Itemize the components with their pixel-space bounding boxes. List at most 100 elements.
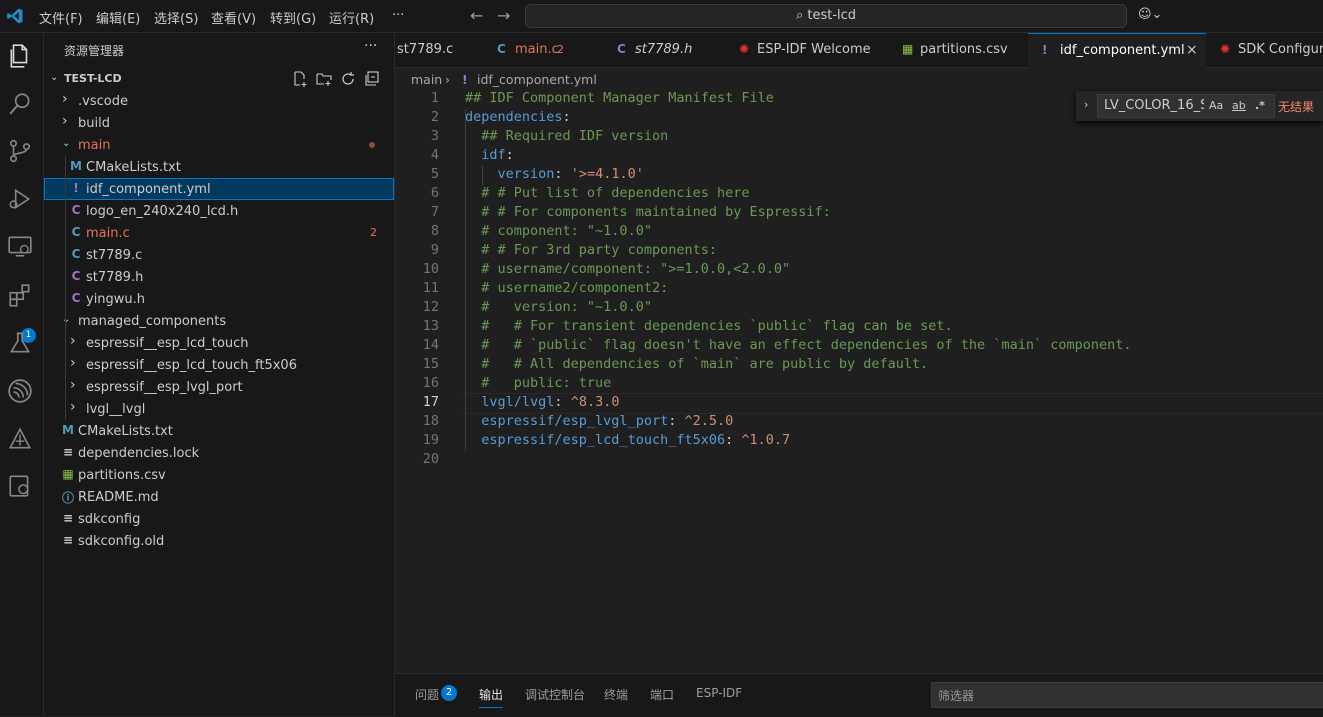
esp-idf-icon[interactable] bbox=[7, 378, 35, 406]
editor-tab[interactable]: Cmain.c 2 bbox=[483, 33, 604, 67]
collapse-all-icon[interactable] bbox=[364, 71, 380, 87]
file-type-icon: ≡ bbox=[62, 445, 74, 459]
editor-tab[interactable]: ▦ partitions.csv bbox=[888, 33, 1029, 67]
panel-tab[interactable]: ESP-IDF bbox=[696, 686, 742, 700]
tree-file[interactable]: ≡ sdkconfig.old bbox=[44, 530, 394, 552]
menu-item[interactable]: 文件(F) bbox=[39, 8, 83, 27]
code-token: # # For transient dependencies `public` … bbox=[481, 318, 953, 334]
code-editor[interactable]: 1 ## IDF Component Manager Manifest File 2… bbox=[395, 90, 1323, 673]
panel-tab[interactable]: 输出 bbox=[479, 686, 504, 708]
tree-folder[interactable]: › lvgl__lvgl bbox=[44, 398, 394, 420]
panel-tab[interactable]: 终端 bbox=[604, 686, 628, 703]
command-center-search[interactable]: ⌕ test-lcd bbox=[525, 4, 1127, 28]
forward-arrow-icon[interactable]: → bbox=[497, 6, 510, 25]
code-token: ## IDF Component Manager Manifest File bbox=[465, 90, 774, 106]
whole-word-icon[interactable]: ab bbox=[1232, 99, 1246, 112]
back-arrow-icon[interactable]: ← bbox=[470, 6, 483, 25]
search-icon[interactable] bbox=[7, 91, 35, 119]
menu-item[interactable]: 选择(S) bbox=[154, 8, 198, 27]
settings-remote-icon[interactable] bbox=[7, 473, 35, 501]
tree-item-label: CMakeLists.txt bbox=[86, 160, 181, 175]
remote-explorer-icon[interactable] bbox=[7, 233, 35, 261]
tree-file[interactable]: Cmain.c 2 bbox=[44, 222, 394, 244]
editor-tab[interactable]: st7789.c bbox=[395, 33, 484, 67]
tree-file[interactable]: M CMakeLists.txt bbox=[44, 420, 394, 442]
tree-item-label: sdkconfig.old bbox=[78, 534, 165, 549]
tree-file[interactable]: ≡ dependencies.lock bbox=[44, 442, 394, 464]
menu-item[interactable]: 查看(V) bbox=[211, 8, 256, 27]
testing-icon[interactable] bbox=[7, 330, 35, 358]
copilot-icon[interactable]: ☺⌄ bbox=[1138, 7, 1162, 22]
code-line: version: '>=4.1.0' bbox=[465, 166, 644, 182]
explorer-icon[interactable] bbox=[7, 43, 35, 71]
breadcrumb-file[interactable]: idf_component.yml bbox=[477, 72, 597, 87]
menu-item[interactable]: 转到(G) bbox=[270, 8, 316, 27]
code-token: dependencies bbox=[465, 109, 563, 125]
tree-file[interactable]: ⓘ README.md bbox=[44, 486, 394, 508]
tree-file[interactable]: Cst7789.c bbox=[44, 244, 394, 266]
yaml-file-icon: ! bbox=[462, 72, 468, 87]
regex-icon[interactable]: .* bbox=[1255, 99, 1265, 112]
toggle-replace-chevron-icon[interactable]: › bbox=[1084, 98, 1088, 111]
tree-folder[interactable]: ⌄ main bbox=[44, 134, 394, 156]
file-type-icon: ! bbox=[73, 181, 79, 195]
menu-item[interactable]: ··· bbox=[392, 8, 404, 23]
line-number: 16 bbox=[422, 375, 439, 391]
extensions-icon[interactable] bbox=[7, 283, 35, 311]
tree-folder[interactable]: › espressif__esp_lcd_touch bbox=[44, 332, 394, 354]
tree-file[interactable]: ! idf_component.yml bbox=[44, 178, 394, 200]
panel-tab[interactable]: 问题 bbox=[415, 686, 439, 703]
file-type-icon: C bbox=[71, 269, 81, 283]
run-debug-icon[interactable] bbox=[7, 186, 35, 214]
project-header[interactable]: ⌄ TEST-LCD bbox=[44, 69, 394, 91]
editor-tab[interactable]: Cst7789.h bbox=[603, 33, 726, 67]
source-control-icon[interactable] bbox=[7, 138, 35, 166]
code-line: espressif/esp_lcd_touch_ft5x06: ^1.0.7 bbox=[465, 432, 790, 448]
close-tab-icon[interactable]: × bbox=[1186, 42, 1198, 58]
idf-explorer-icon[interactable] bbox=[7, 426, 35, 454]
new-file-icon[interactable] bbox=[292, 71, 308, 87]
tree-item-label: espressif__esp_lvgl_port bbox=[86, 380, 243, 395]
new-folder-icon[interactable] bbox=[316, 71, 332, 87]
tree-file[interactable]: Cst7789.h bbox=[44, 266, 394, 288]
menu-item[interactable]: 运行(R) bbox=[329, 8, 374, 27]
panel-filter-input[interactable]: 筛选器 bbox=[931, 682, 1323, 708]
tree-folder[interactable]: › espressif__esp_lcd_touch_ft5x06 bbox=[44, 354, 394, 376]
tree-file[interactable]: Cyingwu.h bbox=[44, 288, 394, 310]
code-token: : bbox=[668, 413, 685, 429]
panel-tab[interactable]: 调试控制台 bbox=[525, 686, 585, 703]
chevron-down-icon: ⌄ bbox=[50, 72, 59, 83]
tree-item-label: README.md bbox=[78, 490, 159, 505]
tree-folder[interactable]: › .vscode bbox=[44, 90, 394, 112]
code-token: : bbox=[562, 109, 571, 125]
editor-tab[interactable]: ! idf_component.yml × bbox=[1028, 33, 1207, 68]
find-input[interactable]: LV_COLOR_16_SWAP Aa ab .* bbox=[1097, 94, 1275, 118]
tree-folder[interactable]: › build bbox=[44, 112, 394, 134]
tree-file[interactable]: Clogo_en_240x240_lcd.h bbox=[44, 200, 394, 222]
chevron-right-icon: › bbox=[70, 399, 76, 415]
breadcrumb-folder[interactable]: main bbox=[411, 72, 442, 87]
panel-tab[interactable]: 端口 bbox=[650, 686, 674, 703]
tab-label: st7789.h bbox=[635, 42, 693, 57]
editor-tab-bar: st7789.c Cmain.c 2 Cst7789.h ✺ ESP-IDF Welcom… bbox=[395, 33, 1323, 68]
code-token: # component: "~1.0.0" bbox=[481, 223, 652, 239]
tree-file[interactable]: ▦ partitions.csv bbox=[44, 464, 394, 486]
match-case-icon[interactable]: Aa bbox=[1209, 99, 1223, 112]
refresh-icon[interactable] bbox=[340, 71, 356, 87]
menu-item[interactable]: 编辑(E) bbox=[96, 8, 140, 27]
editor-tab[interactable]: ✺ ESP-IDF Welcome bbox=[725, 33, 889, 67]
tree-folder[interactable]: ⌄ managed_components bbox=[44, 310, 394, 332]
code-line: # # Put list of dependencies here bbox=[465, 185, 749, 201]
tree-file[interactable]: M CMakeLists.txt bbox=[44, 156, 394, 178]
more-actions-icon[interactable]: ··· bbox=[364, 38, 377, 54]
line-number: 10 bbox=[422, 261, 439, 277]
tree-folder[interactable]: › espressif__esp_lvgl_port bbox=[44, 376, 394, 398]
file-type-icon: ≡ bbox=[62, 511, 74, 525]
tree-file[interactable]: ≡ sdkconfig bbox=[44, 508, 394, 530]
editor-tab[interactable]: ✺ SDK Configurati bbox=[1206, 33, 1323, 67]
chevron-down-icon: ⌄ bbox=[62, 314, 71, 325]
